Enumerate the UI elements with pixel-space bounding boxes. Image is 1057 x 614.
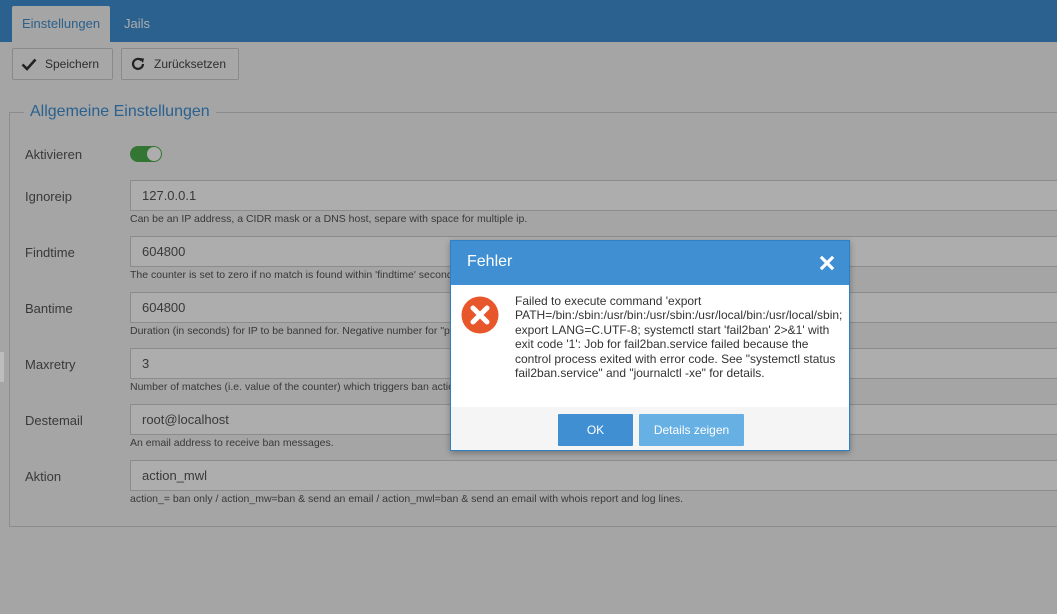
dialog-header: Fehler xyxy=(451,241,849,285)
dialog-title: Fehler xyxy=(467,253,513,270)
ok-button[interactable]: OK xyxy=(558,414,633,446)
dialog-body: Failed to execute command 'export PATH=/… xyxy=(451,285,849,407)
error-icon xyxy=(461,296,499,334)
dialog-footer: OK Details zeigen xyxy=(451,407,849,450)
error-dialog: Fehler Failed to execute command 'export… xyxy=(450,240,850,451)
close-icon[interactable] xyxy=(819,255,835,271)
dialog-message: Failed to execute command 'export PATH=/… xyxy=(515,294,843,381)
sidebar-handle[interactable] xyxy=(0,352,4,382)
show-details-button[interactable]: Details zeigen xyxy=(639,414,744,446)
